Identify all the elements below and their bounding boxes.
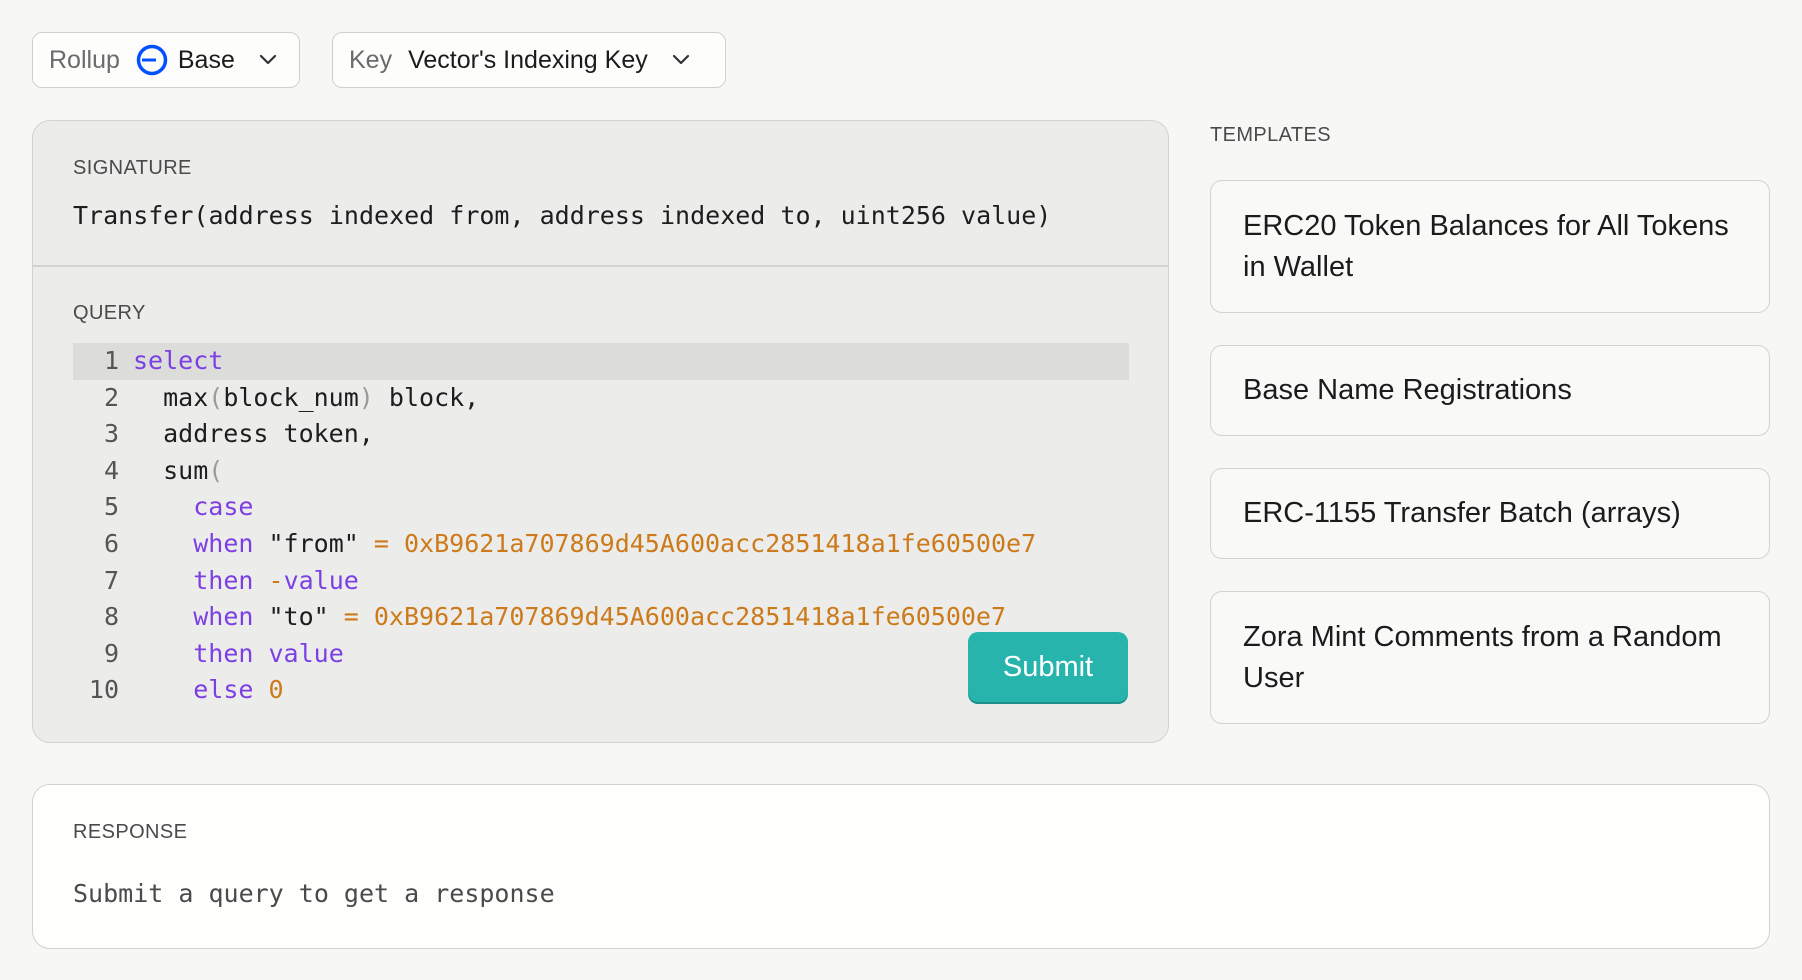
code-token: ) [358,382,374,412]
line-number: 4 [103,455,119,485]
code-token: ( [208,455,224,485]
line-number: 10 [88,675,119,705]
code-token: then [193,565,254,595]
templates-label: TEMPLATES [1210,124,1332,146]
key-value: Vector's Indexing Key [408,45,648,74]
submit-button[interactable]: Submit [968,632,1128,702]
code-token: then [193,638,254,668]
response-output: Submit a query to get a response [73,879,555,908]
code-token: = [343,602,359,632]
code-line: 8 when "to" = 0xB9621a707869d45A600acc28… [73,599,1129,636]
signature-label: SIGNATURE [73,157,192,179]
code-token: case [193,492,254,522]
line-number: 9 [103,638,119,668]
code-line: 6 when "from" = 0xB9621a707869d45A600acc… [73,526,1129,563]
line-number: 2 [103,382,119,412]
code-token: 0xB9621a707869d45A600acc2851418a1fe60500… [373,602,1007,632]
code-token: max [133,382,209,412]
template-card[interactable]: Base Name Registrations [1210,345,1770,436]
rollup-label: Rollup [49,45,120,74]
template-title: ERC20 Token Balances for All Tokens in W… [1243,209,1729,283]
line-number: 5 [103,492,119,522]
code-token: 0 [268,675,284,705]
code-token: when [193,528,254,558]
code-token: - [268,565,284,595]
code-token: 0xB9621a707869d45A600acc2851418a1fe60500… [403,528,1037,558]
code-token: address token, [133,419,374,449]
code-token: "to" [253,602,344,632]
code-token: = [373,528,389,558]
signature-input[interactable]: Transfer(address indexed from, address i… [73,201,1051,230]
code-token: ( [208,382,224,412]
code-line: 4 sum( [73,453,1129,490]
base-logo-icon [136,44,168,76]
template-card[interactable]: Zora Mint Comments from a Random User [1210,591,1770,724]
code-line: 3 address token, [73,416,1129,453]
template-title: Base Name Registrations [1243,374,1572,406]
code-token: block_num [223,382,359,412]
line-number: 6 [103,528,119,558]
code-line: 2 max(block_num) block, [73,380,1129,417]
code-line: 1 select [73,343,1129,380]
line-number: 1 [103,346,119,375]
template-card[interactable]: ERC-1155 Transfer Batch (arrays) [1210,468,1770,559]
code-token: when [193,602,254,632]
response-panel: RESPONSE Submit a query to get a respons… [32,784,1770,949]
code-token: "from" [253,528,374,558]
template-title: ERC-1155 Transfer Batch (arrays) [1243,497,1681,529]
key-select[interactable]: Key Vector's Indexing Key [332,32,726,88]
rollup-select[interactable]: Rollup Base [32,32,300,88]
template-card[interactable]: ERC20 Token Balances for All Tokens in W… [1210,180,1770,313]
code-token: sum [133,455,209,485]
divider [33,265,1168,267]
key-label: Key [349,45,393,74]
line-number: 3 [103,419,119,449]
code-token: block, [373,382,480,412]
line-number: 8 [103,602,119,632]
chevron-down-icon [257,49,279,71]
code-token: value [268,638,344,668]
query-label: QUERY [73,302,146,324]
code-line: 7 then -value [73,563,1129,600]
line-number: 7 [103,565,119,595]
code-token: else [193,675,254,705]
code-token: select [133,346,224,375]
chevron-down-icon [670,49,692,71]
template-title: Zora Mint Comments from a Random User [1243,620,1722,694]
code-line: 5 case [73,489,1129,526]
response-label: RESPONSE [73,821,188,843]
rollup-value: Base [177,45,235,74]
code-token: value [283,565,359,595]
